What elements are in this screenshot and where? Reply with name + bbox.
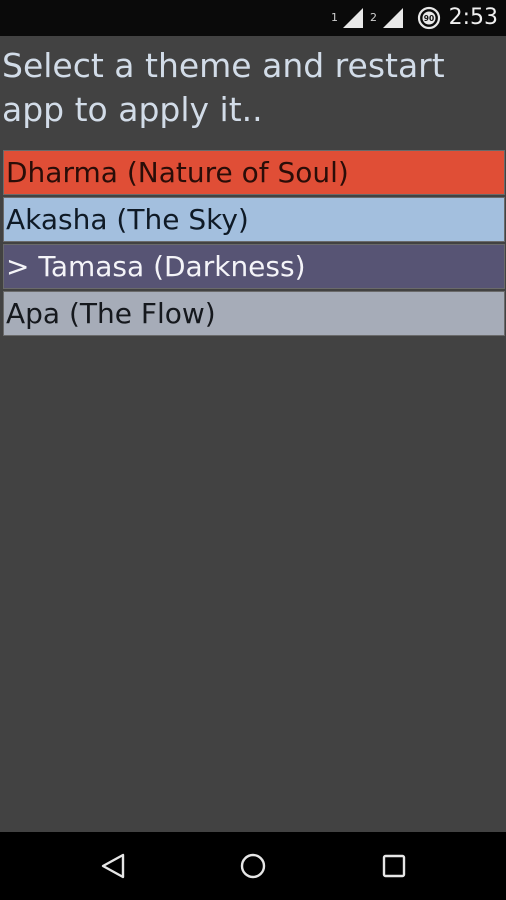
theme-list: Dharma (Nature of Soul) Akasha (The Sky)… (3, 150, 505, 338)
status-clock: 2:53 (448, 5, 498, 30)
instruction-text: Select a theme and restart app to apply … (2, 46, 445, 129)
recents-square-icon (382, 854, 406, 878)
signal-sim1-icon (343, 8, 363, 28)
status-bar: 1 2 90 2:53 (0, 0, 506, 36)
signal-sim2-icon (383, 8, 403, 28)
battery-level-text: 90 (424, 14, 434, 23)
sim2-label: 2 (370, 11, 377, 24)
recents-button[interactable] (376, 848, 412, 884)
back-button[interactable] (95, 848, 131, 884)
back-triangle-icon (101, 853, 125, 879)
home-button[interactable] (235, 848, 271, 884)
theme-item-tamasa[interactable]: > Tamasa (Darkness) (3, 244, 505, 289)
theme-item-akasha[interactable]: Akasha (The Sky) (3, 197, 505, 242)
battery-saver-icon: 90 (417, 6, 441, 30)
theme-item-dharma[interactable]: Dharma (Nature of Soul) (3, 150, 505, 195)
navigation-bar (0, 832, 506, 900)
home-circle-icon (240, 853, 266, 879)
sim1-label: 1 (331, 11, 338, 24)
theme-screen: Select a theme and restart app to apply … (0, 36, 506, 832)
theme-item-apa[interactable]: Apa (The Flow) (3, 291, 505, 336)
